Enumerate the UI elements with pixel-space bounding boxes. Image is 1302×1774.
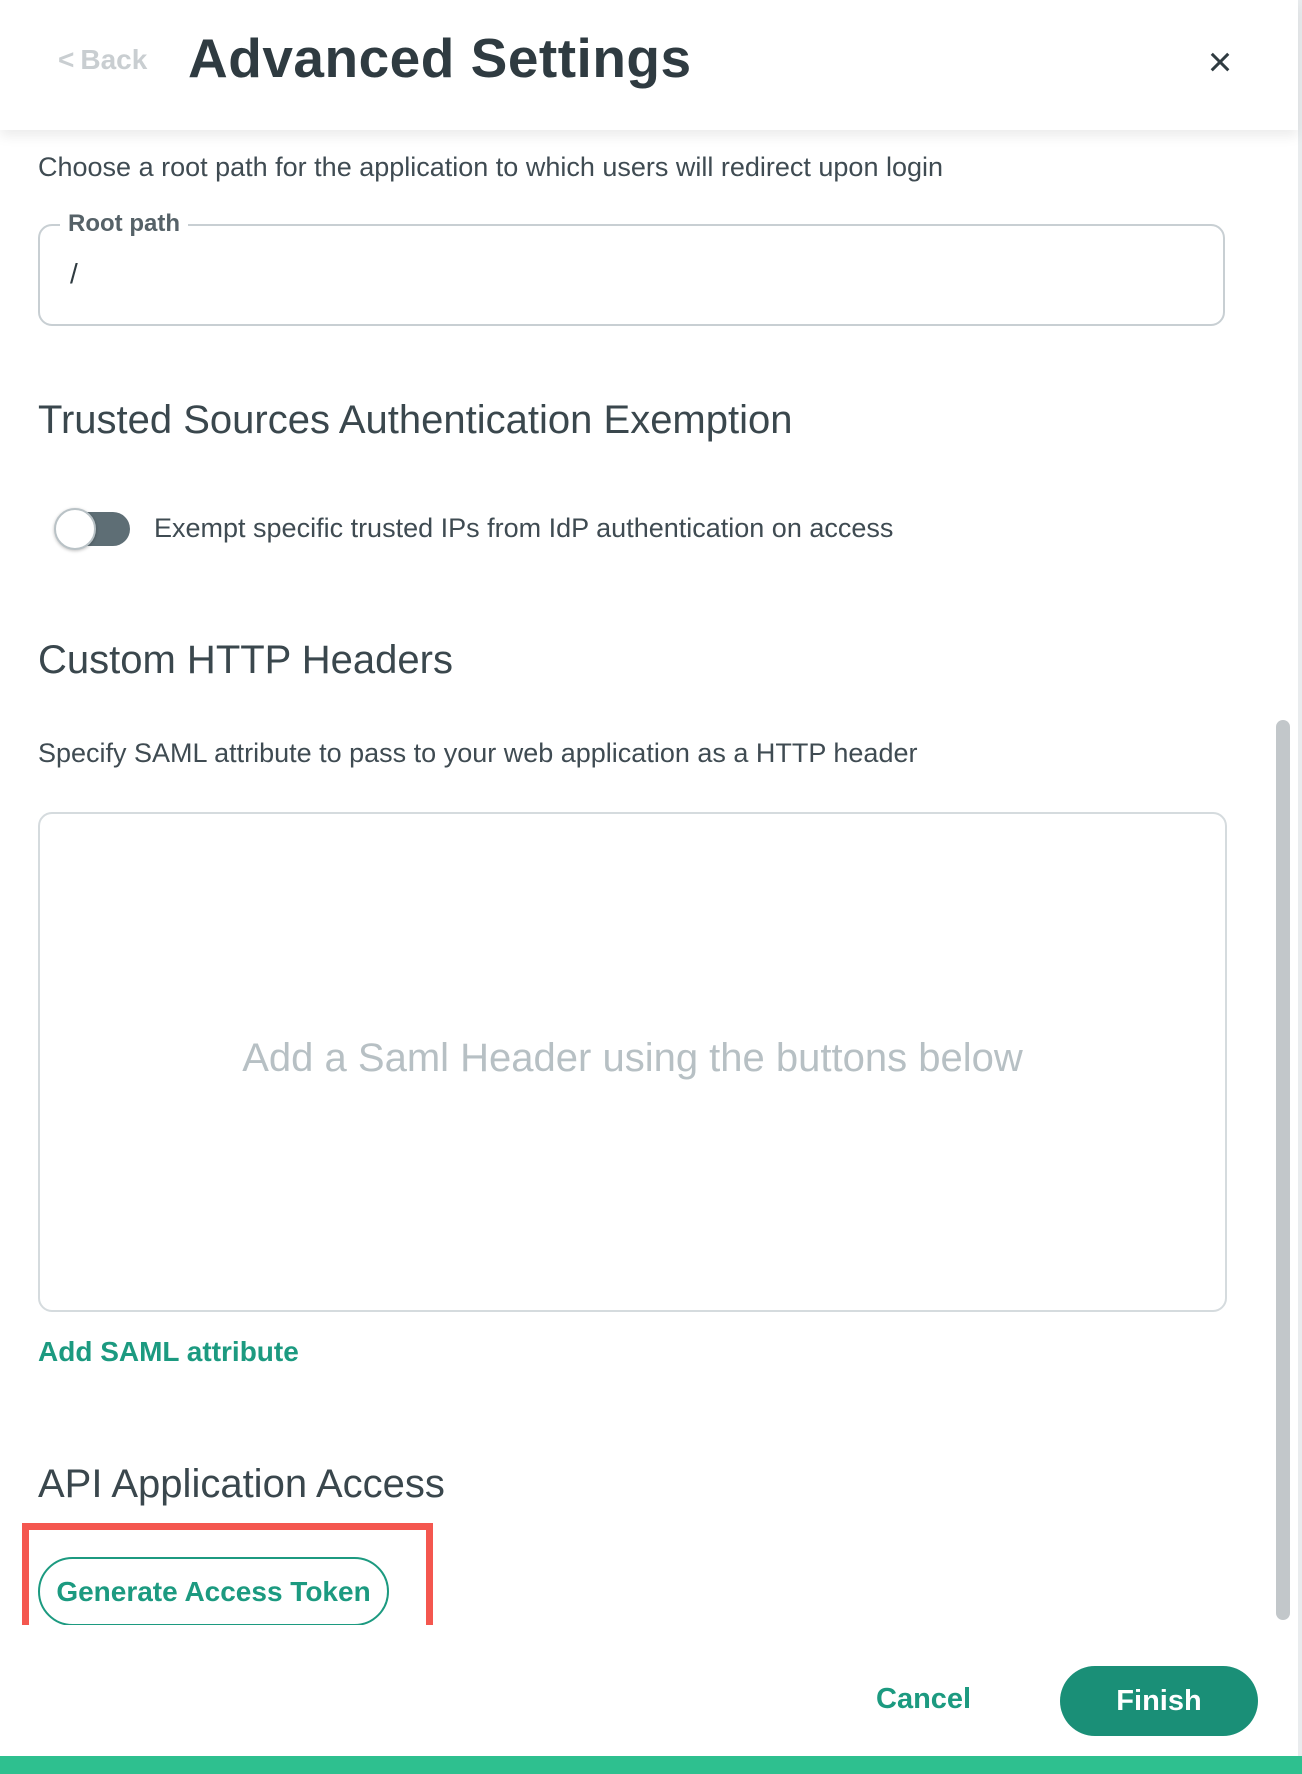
custom-headers-title: Custom HTTP Headers (38, 638, 453, 682)
root-path-label: Root path (60, 210, 188, 238)
custom-headers-description: Specify SAML attribute to pass to your w… (38, 738, 918, 768)
chevron-left-icon: < (58, 44, 75, 75)
root-path-input[interactable]: / (70, 258, 78, 290)
back-button[interactable]: < Back (58, 44, 147, 76)
toggle-knob (54, 508, 96, 550)
api-access-title: API Application Access (38, 1462, 445, 1506)
page-title: Advanced Settings (188, 27, 692, 89)
finish-button[interactable]: Finish (1060, 1666, 1258, 1736)
saml-headers-empty-state: Add a Saml Header using the buttons belo… (242, 1036, 1023, 1080)
trusted-ips-toggle[interactable] (54, 508, 130, 550)
root-path-description: Choose a root path for the application t… (38, 152, 944, 182)
add-saml-attribute-link[interactable]: Add SAML attribute (38, 1336, 299, 1368)
trusted-sources-title: Trusted Sources Authentication Exemption (38, 398, 793, 442)
saml-headers-list: Add a Saml Header using the buttons belo… (38, 812, 1227, 1312)
scrollbar-thumb[interactable] (1276, 720, 1290, 1620)
generate-access-token-button[interactable]: Generate Access Token (38, 1557, 389, 1626)
advanced-settings-panel: < Back Advanced Settings × Choose a root … (0, 0, 1298, 1774)
close-icon[interactable]: × (1196, 38, 1244, 86)
window-edge (1298, 0, 1302, 1774)
back-label: Back (80, 44, 148, 75)
trusted-ips-toggle-label: Exempt specific trusted IPs from IdP aut… (154, 513, 894, 543)
root-path-field[interactable]: Root path / (38, 210, 1225, 326)
bottom-accent-bar (0, 1756, 1302, 1774)
cancel-button[interactable]: Cancel (876, 1683, 971, 1716)
panel-header: < Back Advanced Settings × (0, 0, 1298, 130)
